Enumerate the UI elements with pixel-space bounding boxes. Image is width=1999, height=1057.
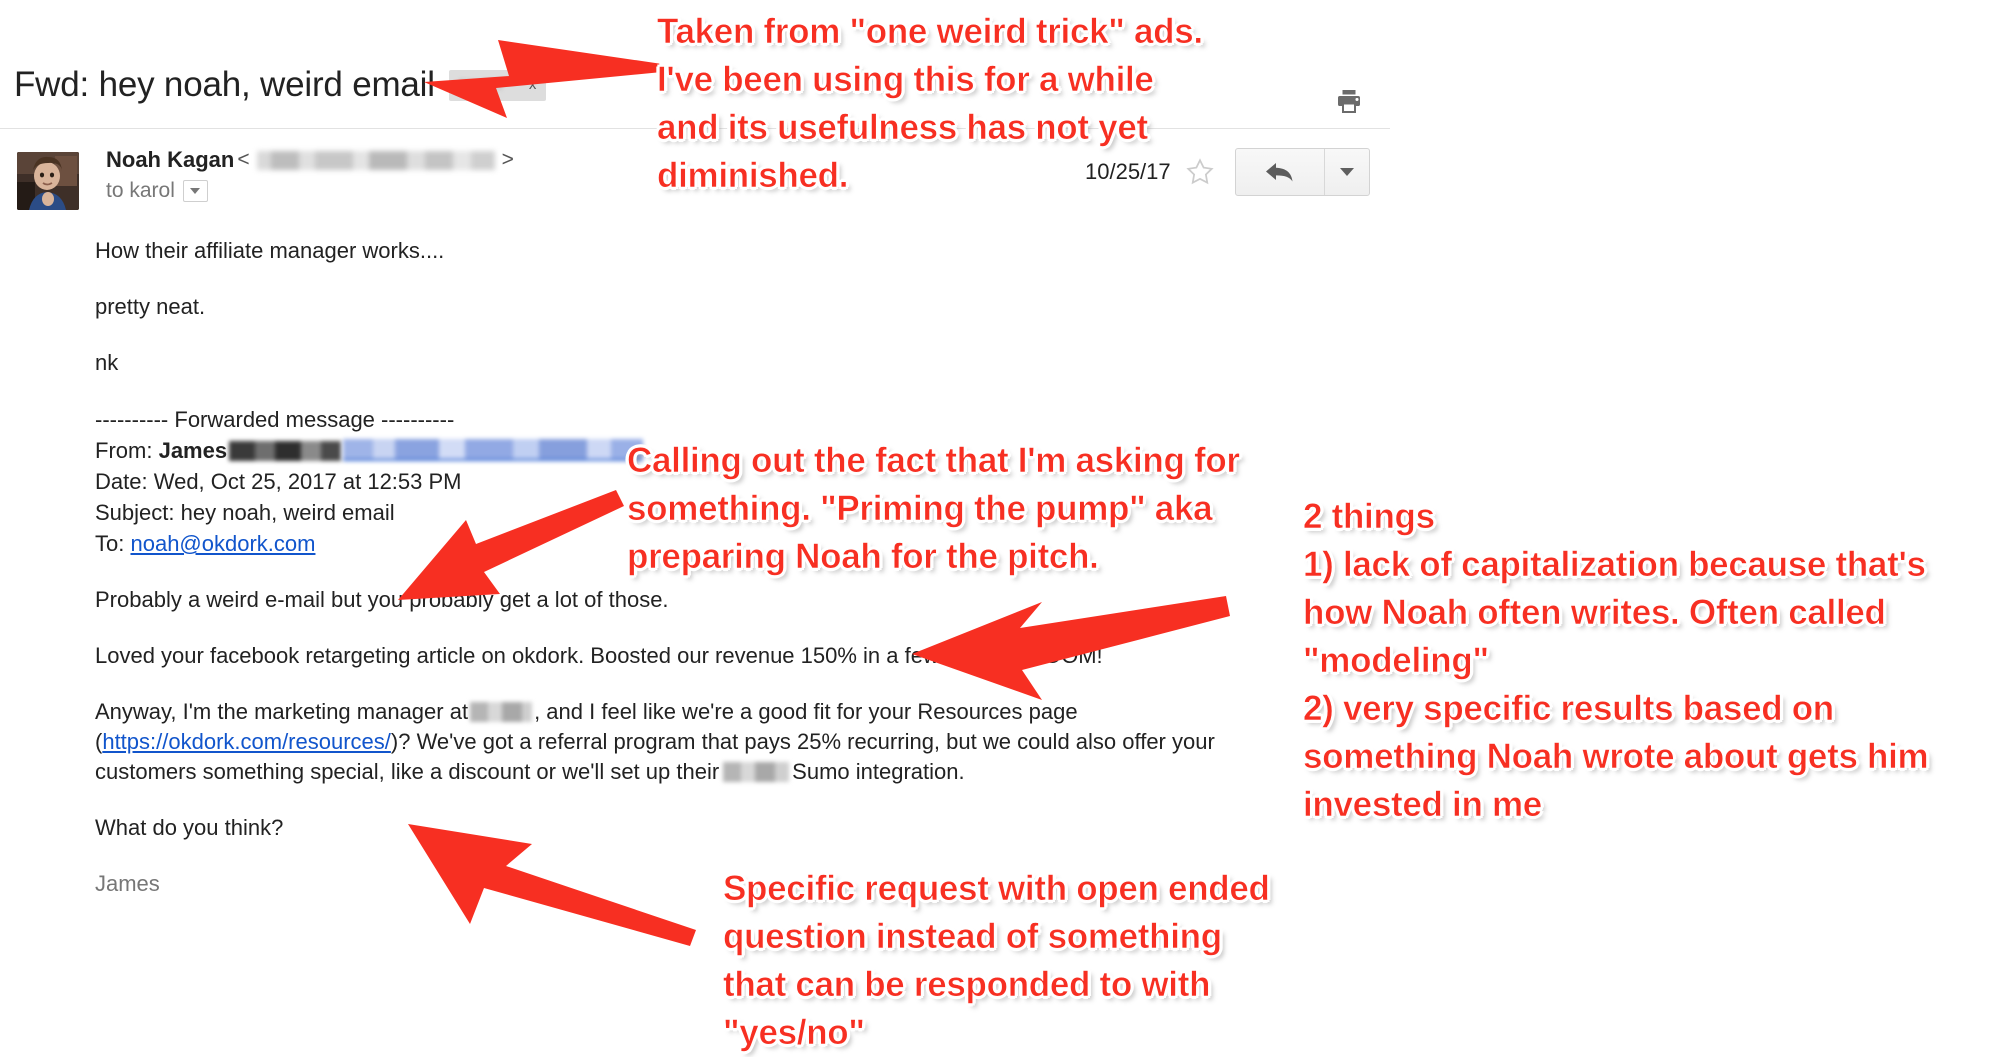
annotation-middle: Calling out the fact that I'm asking for… [627, 441, 1241, 577]
annotation-right: 2 things 1) lack of capitalization becau… [1303, 497, 1929, 825]
screenshot-root: Fwd: hey noah, weird email x Noah Kagan … [0, 0, 1999, 1057]
from-email-redacted [343, 439, 644, 461]
sender-block: Noah Kagan < > to karol [106, 145, 517, 203]
recipient-line: to karol [106, 179, 517, 203]
resources-page-link[interactable]: https://okdork.com/resources/ [102, 729, 391, 754]
recipient-email-link[interactable]: noah@okdork.com [130, 531, 315, 556]
body-line-1: How their affiliate manager works.... [95, 238, 445, 263]
chevron-down-icon [1339, 168, 1354, 176]
chevron-down-icon [190, 188, 201, 194]
body-line-3: nk [95, 350, 119, 375]
from-name: James [158, 438, 228, 463]
page-title: Fwd: hey noah, weird email [14, 65, 435, 104]
subject-label: Subject: [95, 500, 175, 525]
forwarded-para-4: What do you think? [95, 815, 284, 840]
forwarded-divider: ---------- Forwarded message ---------- [95, 407, 455, 432]
arrow-to-opening-line [384, 468, 644, 628]
para-3-part-d: )? We've got a referral program that pay… [390, 729, 1215, 754]
body-line-2: pretty neat. [95, 294, 206, 319]
product-name-redacted [723, 762, 790, 782]
para-3-part-a: Anyway, I'm the marketing manager at [95, 699, 469, 724]
arrow-to-subject [404, 24, 668, 128]
more-actions-button[interactable] [1325, 149, 1369, 195]
sender-line: Noah Kagan < > [106, 145, 517, 175]
from-name-redacted [229, 441, 342, 461]
para-3-part-f: Sumo integration. [792, 759, 965, 784]
print-icon [1338, 90, 1360, 113]
para-3-part-e: customers something special, like a disc… [95, 759, 720, 784]
from-label: From: [95, 438, 153, 463]
annotation-bottom: Specific request with open ended questio… [723, 869, 1271, 1053]
sender-email-redacted [256, 150, 495, 170]
arrow-to-results-line [900, 590, 1230, 720]
arrow-to-question-line [400, 800, 700, 946]
email-angle-open: < [237, 148, 250, 171]
recipient-label: to karol [106, 179, 175, 202]
avatar [17, 152, 79, 210]
sender-name: Noah Kagan [106, 147, 235, 172]
subject-value: hey noah, weird email [180, 500, 395, 525]
date-label: Date: [95, 469, 148, 494]
company-name-redacted [470, 702, 533, 722]
show-details-button[interactable] [182, 180, 208, 202]
to-label: To: [95, 531, 125, 556]
email-angle-close: > [501, 148, 514, 171]
print-button[interactable] [1332, 86, 1366, 116]
annotation-top: Taken from "one weird trick" ads. I've b… [657, 12, 1204, 196]
